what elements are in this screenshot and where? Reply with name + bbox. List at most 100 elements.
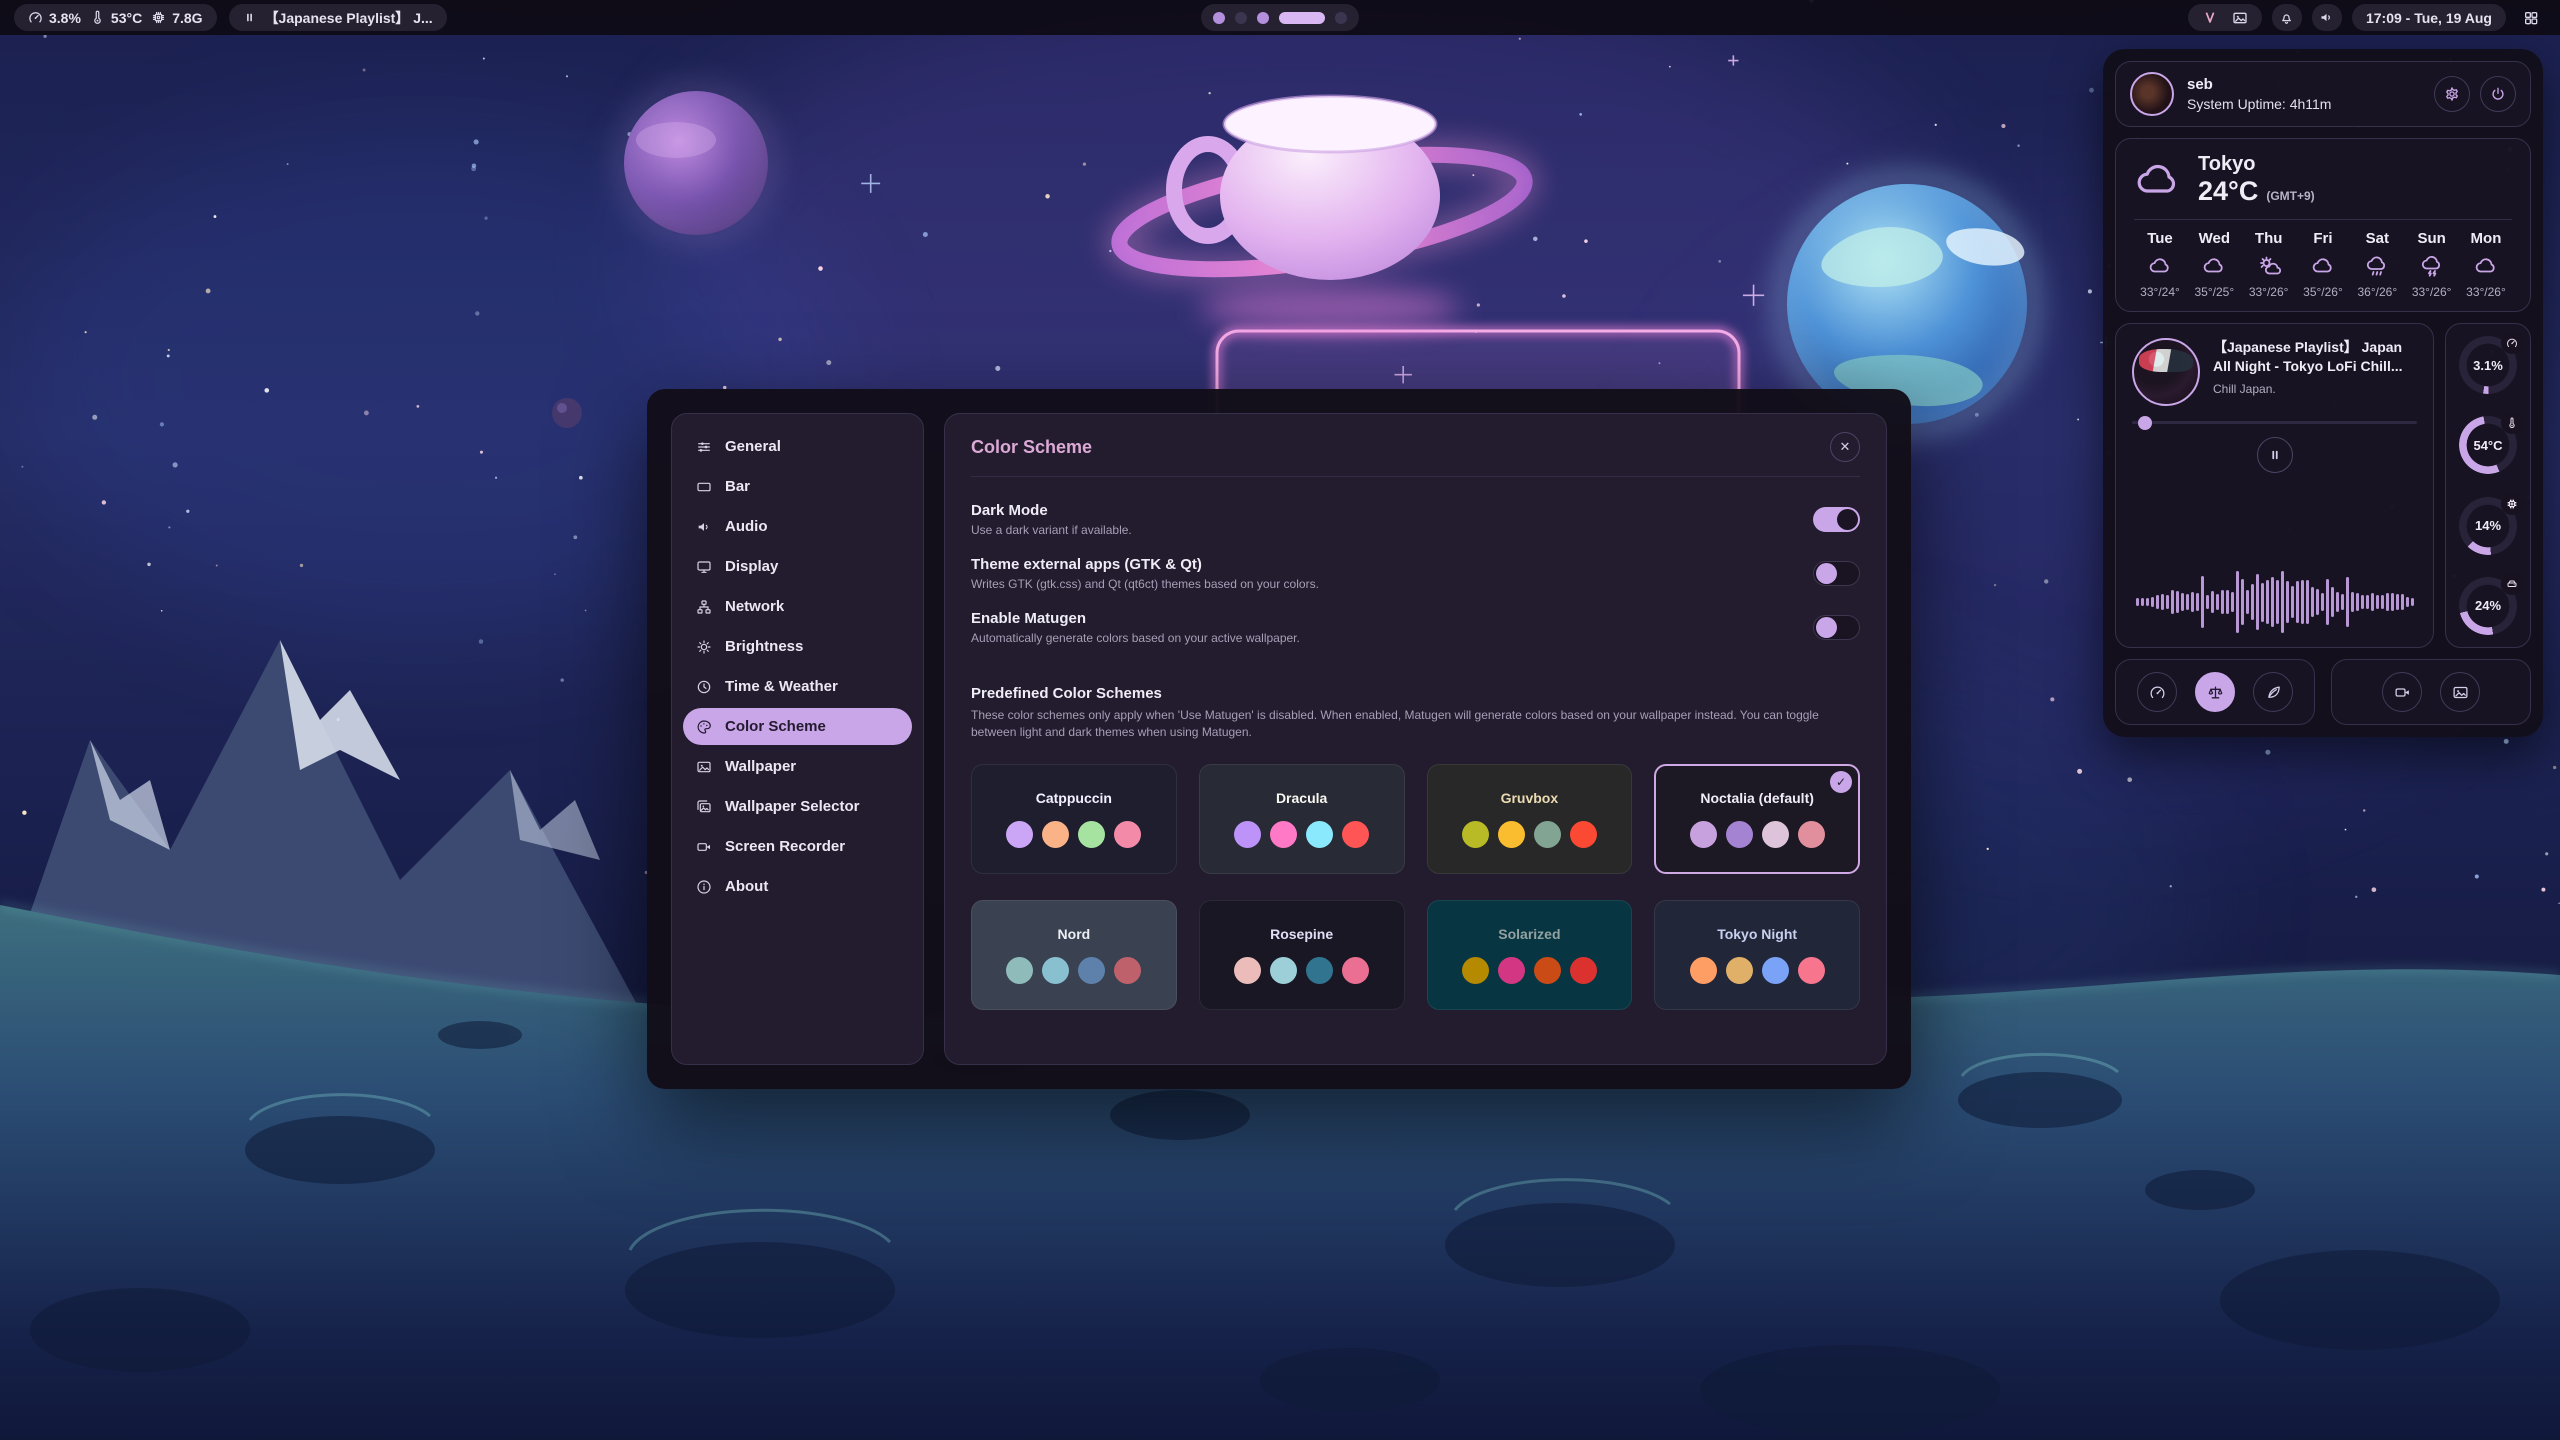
cloud-icon [2311, 254, 2335, 278]
stat-value: 53°C [111, 10, 142, 26]
scheme-card-nord[interactable]: Nord [971, 900, 1177, 1010]
bar-media-pill[interactable]: 【Japanese Playlist】 J... [229, 4, 447, 31]
color-swatch [1042, 821, 1069, 848]
clock-icon [696, 679, 712, 695]
scales-toggle-button[interactable] [2195, 672, 2235, 712]
system-stat: 53°C [90, 10, 142, 26]
forecast-day-name: Wed [2199, 230, 2230, 247]
image-toggle-button[interactable] [2440, 672, 2480, 712]
scheme-card-solarized[interactable]: Solarized [1427, 900, 1633, 1010]
setting-description: Writes GTK (gtk.css) and Qt (qt6ct) them… [971, 577, 1319, 591]
scheme-card-tokyo-night[interactable]: Tokyo Night [1654, 900, 1860, 1010]
setting-row: Theme external apps (GTK & Qt)Writes GTK… [971, 556, 1860, 591]
toggle-switch[interactable] [1813, 507, 1860, 532]
sidebar-item-bar[interactable]: Bar [683, 468, 912, 505]
sidebar-item-color-scheme[interactable]: Color Scheme [683, 708, 912, 745]
leaf-toggle-button[interactable] [2253, 672, 2293, 712]
color-swatch [1342, 821, 1369, 848]
visualizer-bar [2301, 580, 2304, 624]
workspace-empty[interactable] [1235, 12, 1247, 24]
scheme-card-catppuccin[interactable]: Catppuccin [971, 764, 1177, 874]
color-swatch [1234, 821, 1261, 848]
sidebar-item-general[interactable]: General [683, 428, 912, 465]
forecast-temps: 35°/26° [2303, 285, 2343, 299]
color-swatch [1690, 957, 1717, 984]
clock-pill[interactable]: 17:09 - Tue, 19 Aug [2352, 4, 2506, 31]
media-progress-bar[interactable] [2132, 421, 2417, 424]
sidebar-item-label: Audio [725, 518, 768, 535]
media-title: 【Japanese Playlist】 Japan All Night - To… [2213, 338, 2417, 376]
workspace-empty[interactable] [1335, 12, 1347, 24]
scheme-card-dracula[interactable]: Dracula [1199, 764, 1405, 874]
visualizer-bar [2401, 594, 2404, 610]
sidebar-item-audio[interactable]: Audio [683, 508, 912, 545]
visualizer-bar [2396, 594, 2399, 610]
workspace-active[interactable] [1279, 12, 1325, 24]
system-tray[interactable] [2188, 4, 2262, 31]
color-swatch [1270, 821, 1297, 848]
visualizer-bar [2336, 592, 2339, 612]
video-toggle-button[interactable] [2382, 672, 2422, 712]
scheme-card-rosepine[interactable]: Rosepine [1199, 900, 1405, 1010]
visualizer-bar [2386, 593, 2389, 610]
sidebar-item-label: Wallpaper [725, 758, 796, 775]
toggle-switch[interactable] [1813, 615, 1860, 640]
sidebar-item-brightness[interactable]: Brightness [683, 628, 912, 665]
color-swatch [1306, 821, 1333, 848]
system-gauge: 24% [2459, 577, 2517, 635]
workspace-indicator[interactable] [1201, 4, 1359, 31]
workspace-occupied[interactable] [1257, 12, 1269, 24]
visualizer-bar [2371, 593, 2374, 612]
sidebar-item-wallpaper-selector[interactable]: Wallpaper Selector [683, 788, 912, 825]
visualizer-bar [2156, 595, 2159, 609]
media-progress-knob[interactable] [2138, 416, 2152, 430]
rain-icon [2365, 254, 2389, 278]
sidebar-item-screen-recorder[interactable]: Screen Recorder [683, 828, 912, 865]
sidebar-item-time-weather[interactable]: Time & Weather [683, 668, 912, 705]
image-tray-icon[interactable] [2232, 10, 2248, 26]
scheme-card-gruvbox[interactable]: Gruvbox [1427, 764, 1633, 874]
cloud-icon [2148, 254, 2172, 278]
sidebar-item-label: Display [725, 558, 778, 575]
stat-value: 7.8G [172, 10, 202, 26]
visualizer-bar [2326, 579, 2329, 625]
sidebar-item-display[interactable]: Display [683, 548, 912, 585]
gauge-toggle-button[interactable] [2137, 672, 2177, 712]
forecast-temps: 33°/24° [2140, 285, 2180, 299]
visualizer-bar [2361, 595, 2364, 608]
color-swatch [1690, 821, 1717, 848]
control-center-panel: seb System Uptime: 4h11m Tokyo 24°C (GMT… [2103, 49, 2543, 737]
volume-button[interactable] [2312, 4, 2342, 31]
images-icon [696, 799, 712, 815]
sidebar-item-network[interactable]: Network [683, 588, 912, 625]
setting-title: Enable Matugen [971, 610, 1300, 627]
v-logo-tray-icon[interactable] [2202, 10, 2218, 26]
toggle-knob [1837, 509, 1858, 530]
power-button[interactable] [2480, 76, 2516, 112]
visualizer-bar [2296, 581, 2299, 623]
sidebar-item-about[interactable]: About [683, 868, 912, 905]
forecast-day-name: Sat [2366, 230, 2389, 247]
sliders-icon [696, 439, 712, 455]
color-swatch [1234, 957, 1261, 984]
media-pause-button[interactable] [2257, 437, 2293, 473]
close-button[interactable]: ✕ [1830, 432, 1860, 462]
notifications-button[interactable] [2272, 4, 2302, 31]
toggle-switch[interactable] [1813, 561, 1860, 586]
workspace-occupied[interactable] [1213, 12, 1225, 24]
visualizer-bar [2406, 597, 2409, 606]
visualizer-bar [2261, 583, 2264, 622]
visualizer-bar [2391, 593, 2394, 612]
scheme-card-noctalia-default-[interactable]: Noctalia (default)✓ [1654, 764, 1860, 874]
system-gauge: 3.1% [2459, 336, 2517, 394]
scheme-name: Noctalia (default) [1700, 790, 1814, 806]
color-swatch [1078, 821, 1105, 848]
forecast-day-name: Sun [2417, 230, 2445, 247]
system-stats-pill[interactable]: 3.8%53°C7.8G [14, 4, 217, 31]
audio-icon [696, 519, 712, 535]
overview-button[interactable] [2516, 4, 2546, 31]
sidebar-item-wallpaper[interactable]: Wallpaper [683, 748, 912, 785]
visualizer-bar [2231, 592, 2234, 613]
gear-button[interactable] [2434, 76, 2470, 112]
visualizer-bar [2196, 593, 2199, 612]
